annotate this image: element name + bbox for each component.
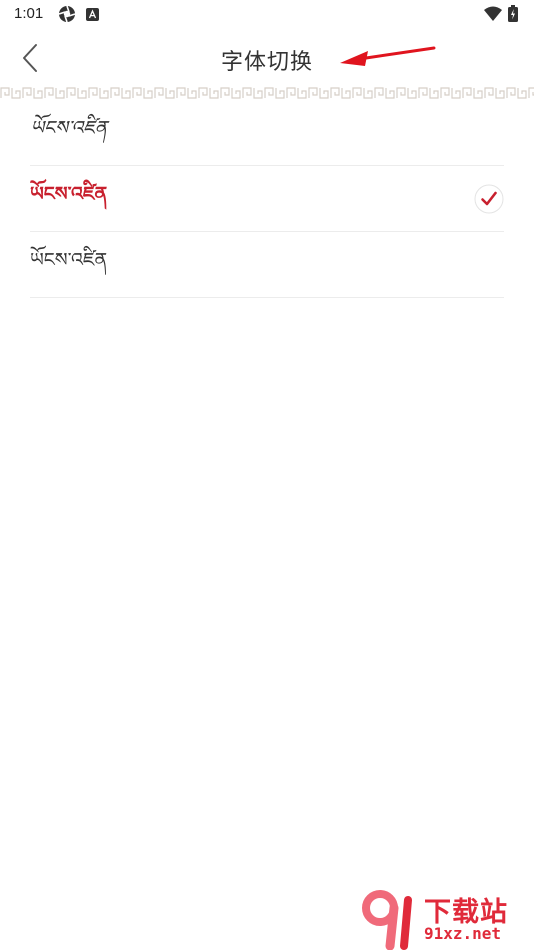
font-option-label: ཡོངས་འཛིན xyxy=(30,248,108,271)
battery-charging-icon xyxy=(508,5,518,22)
annotation-arrow-icon xyxy=(340,46,436,66)
font-option-label: ཡོངས་འཛིན xyxy=(30,182,108,205)
watermark-logo: 下载站 91xz.net xyxy=(360,888,534,950)
font-option-1[interactable]: ཡོངས་འཛིན xyxy=(30,100,504,166)
app-notification-icon xyxy=(86,8,99,21)
decorative-border xyxy=(0,86,534,100)
font-option-3[interactable]: ཡོངས་འཛིན xyxy=(30,232,504,298)
font-list: ཡོངས་འཛིན ཡོངས་འཛིན ཡོངས་འཛིན xyxy=(30,100,504,298)
font-option-label: ཡོངས་འཛིན xyxy=(30,116,108,139)
app-screen: 1:01 字体切换 ཡོངས་འཛིན ཡོངས་འཛིན ཡོངས་འཛིན … xyxy=(0,0,534,950)
watermark-domain: 91xz.net xyxy=(424,924,502,943)
wifi-icon xyxy=(484,6,502,21)
font-option-2[interactable]: ཡོངས་འཛིན xyxy=(30,166,504,232)
watermark-91-icon xyxy=(362,890,412,950)
aperture-icon xyxy=(58,5,76,23)
status-bar: 1:01 xyxy=(0,0,534,30)
status-time: 1:01 xyxy=(14,5,44,22)
page-title: 字体切换 xyxy=(220,50,313,75)
app-header: 字体切换 xyxy=(0,30,534,86)
check-icon xyxy=(474,184,504,213)
